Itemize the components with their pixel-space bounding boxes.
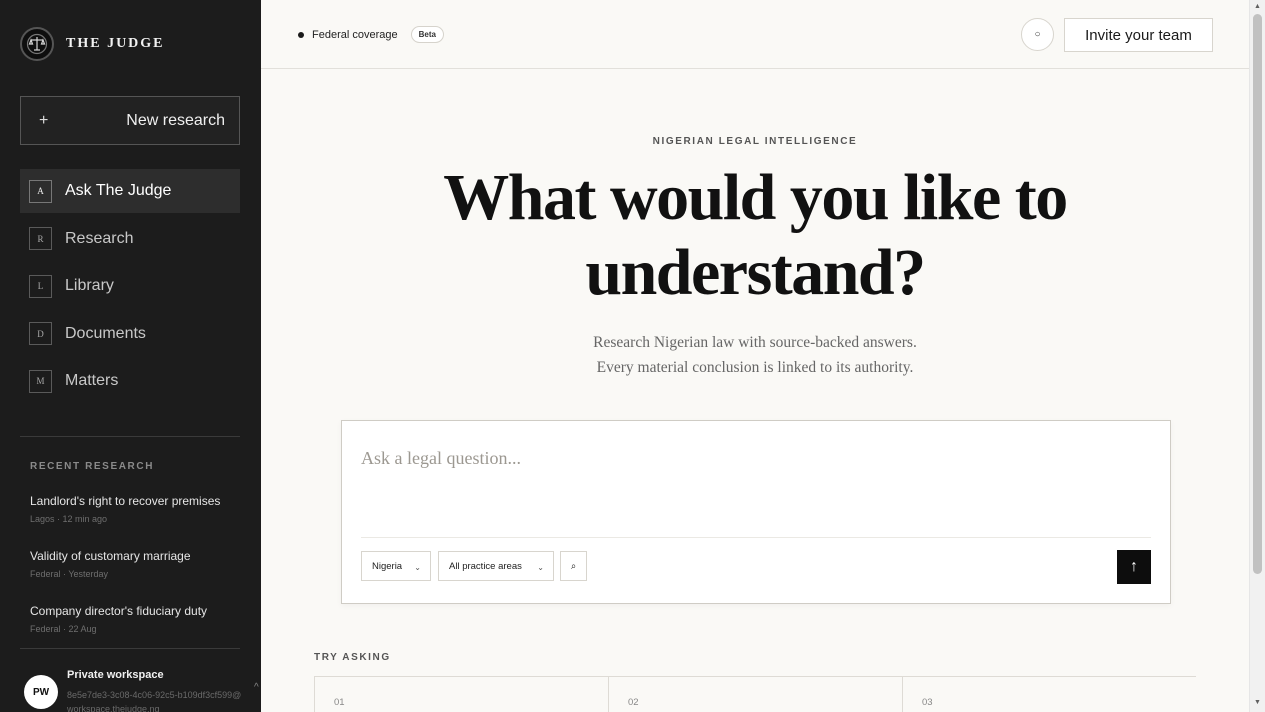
sidebar-nav: A Ask The Judge R Research L Library D D… [20, 169, 240, 407]
topbar: Federal coverage Beta ○ Invite your team [261, 0, 1249, 69]
recent-research-item[interactable]: Landlord's right to recover premises Lag… [30, 494, 245, 524]
new-research-label: New research [126, 111, 225, 129]
practice-area-select[interactable]: All practice areas ⌄ [438, 551, 554, 581]
recent-item-meta: Federal · Yesterday [30, 569, 109, 579]
scroll-up-icon[interactable]: ▲ [1254, 3, 1261, 10]
arrow-up-icon: ↑ [1130, 558, 1138, 575]
sidebar-item-research[interactable]: R Research [20, 217, 240, 261]
recent-item-title: Landlord's right to recover premises [30, 494, 221, 508]
suggestion-card[interactable]: 01 [314, 677, 608, 712]
scales-of-justice-icon [20, 27, 54, 61]
sidebar-item-label: Documents [65, 324, 146, 342]
page-scrollbar[interactable]: ▲ ▼ [1249, 0, 1265, 712]
sidebar-item-ask-the-judge[interactable]: A Ask The Judge [20, 169, 240, 213]
sidebar: THE JUDGE + New research A Ask The Judge… [0, 0, 261, 712]
main-content: Federal coverage Beta ○ Invite your team… [261, 0, 1249, 712]
practice-area-value: All practice areas [449, 560, 522, 572]
suggestion-number: 02 [628, 697, 639, 708]
beta-badge: Beta [410, 26, 444, 43]
coverage-indicator: Federal coverage Beta [298, 26, 444, 43]
recent-research-heading: RECENT RESEARCH [30, 461, 155, 472]
chevron-down-icon: ⌄ [414, 563, 421, 572]
invite-team-button[interactable]: Invite your team [1064, 18, 1213, 52]
search-button[interactable]: ⌕ [560, 551, 587, 581]
sidebar-divider [20, 436, 240, 437]
jurisdiction-value: Nigeria [372, 560, 403, 572]
hero-eyebrow: NIGERIAN LEGAL INTELLIGENCE [652, 136, 858, 147]
suggestion-number: 01 [334, 697, 345, 708]
sidebar-item-label: Ask The Judge [65, 182, 172, 199]
suggestion-number: 03 [922, 697, 933, 708]
nav-key-icon: L [29, 274, 52, 298]
sidebar-item-label: Matters [65, 372, 119, 389]
new-research-button[interactable]: + New research [20, 96, 240, 145]
chevron-up-icon: ^ [254, 682, 259, 693]
nav-key-icon: D [29, 322, 52, 345]
nav-key-icon: A [29, 179, 52, 203]
hero-subtitle-line: Every material conclusion is linked to i… [596, 359, 914, 376]
sidebar-item-label: Library [65, 277, 114, 294]
try-asking-heading: TRY ASKING [314, 652, 391, 663]
sidebar-item-label: Research [65, 229, 134, 247]
suggestion-card[interactable]: 02 [608, 677, 902, 712]
theme-toggle-button[interactable]: ○ [1021, 18, 1054, 51]
sidebar-item-documents[interactable]: D Documents [20, 312, 240, 356]
scroll-down-icon[interactable]: ▼ [1254, 699, 1261, 706]
sidebar-divider [20, 648, 240, 649]
sidebar-item-matters[interactable]: M Matters [20, 359, 240, 403]
suggestion-card[interactable]: 03 [902, 677, 1196, 712]
hero-subtitle: Research Nigerian law with source-backed… [505, 330, 1005, 380]
nav-key-icon: R [29, 227, 52, 250]
legal-question-input[interactable] [361, 443, 1141, 473]
submit-question-button[interactable]: ↑ [1117, 550, 1151, 584]
workspace-name: Private workspace [67, 669, 164, 681]
scrollbar-thumb[interactable] [1253, 14, 1262, 574]
ask-divider [361, 537, 1151, 538]
ask-panel: Nigeria ⌄ All practice areas ⌄ ⌕ ↑ [341, 420, 1171, 604]
avatar: PW [24, 675, 58, 709]
recent-item-meta: Federal · 22 Aug [30, 624, 97, 634]
recent-item-title: Validity of customary marriage [30, 549, 191, 563]
recent-item-meta: Lagos · 12 min ago [30, 514, 108, 524]
recent-research-item[interactable]: Company director's fiduciary duty Federa… [30, 604, 245, 634]
coverage-label: Federal coverage [312, 28, 398, 41]
recent-item-title: Company director's fiduciary duty [30, 604, 208, 618]
status-dot-icon [298, 31, 304, 38]
sidebar-item-library[interactable]: L Library [20, 264, 240, 308]
recent-research-item[interactable]: Validity of customary marriage Federal ·… [30, 549, 245, 579]
page-title: What would you like to understand? [443, 161, 1068, 309]
nav-key-icon: M [29, 369, 52, 393]
brand[interactable]: THE JUDGE [20, 27, 165, 61]
search-icon: ⌕ [570, 560, 577, 572]
jurisdiction-select[interactable]: Nigeria ⌄ [361, 551, 431, 581]
hero-subtitle-line: Research Nigerian law with source-backed… [593, 334, 917, 351]
workspace-id: 8e5e7de3-3c08-4c06-92c5-b109df3cf599@wor… [67, 690, 242, 712]
plus-icon: + [39, 111, 49, 129]
chevron-down-icon: ⌄ [537, 563, 544, 572]
brand-name: THE JUDGE [66, 36, 165, 51]
